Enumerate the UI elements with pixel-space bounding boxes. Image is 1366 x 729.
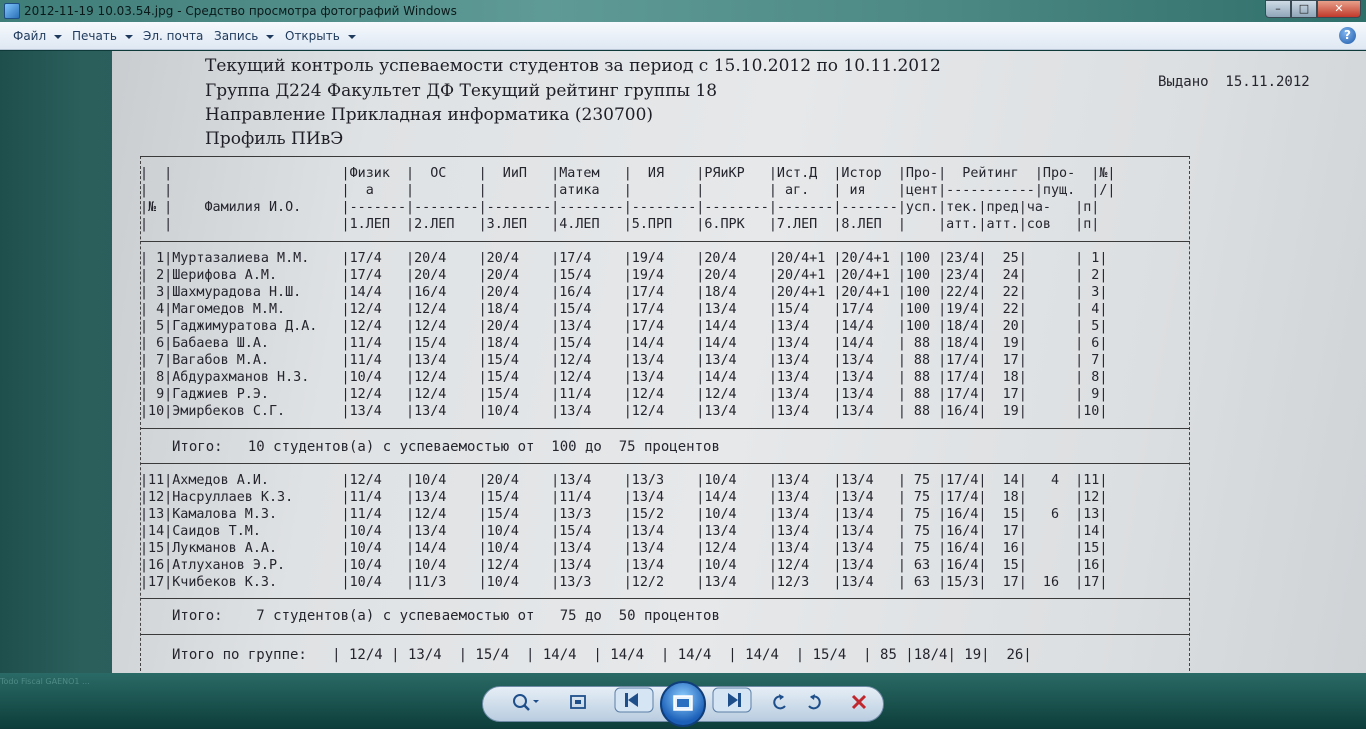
menu-email[interactable]: Эл. почта <box>143 29 203 43</box>
group1-total: Итого: 10 студентов(а) с успеваемостью о… <box>172 439 720 455</box>
doc-title: Текущий контроль успеваемости студентов … <box>205 56 941 76</box>
help-icon[interactable]: ? <box>1339 27 1356 44</box>
menu-open-label: Открыть <box>285 29 340 43</box>
menu-file[interactable]: Файл <box>13 29 63 43</box>
chevron-down-icon <box>54 34 63 39</box>
chevron-down-icon <box>124 34 133 39</box>
table-top-border <box>140 156 1190 157</box>
menu-open[interactable]: Открыть <box>285 29 356 43</box>
window-controls: – □ ✕ <box>1265 0 1361 19</box>
minimize-button[interactable]: – <box>1265 0 1291 18</box>
fit-window-button[interactable] <box>566 690 590 714</box>
chevron-down-icon <box>347 34 356 39</box>
menu-file-label: Файл <box>13 29 47 43</box>
table-row: | 9|Гаджиев Р.Э. |12/4 |12/4 |15/4 |11/4… <box>140 387 1108 402</box>
fit-window-icon <box>570 695 586 709</box>
next-button[interactable] <box>710 687 754 713</box>
background-text: Todo Fiscal GAENO1 ... <box>0 677 90 686</box>
table-row: | 5|Гаджимуратова Д.А. |12/4 |12/4 |20/4… <box>140 319 1108 334</box>
group2-divider <box>140 598 1190 599</box>
table-row: |11|Ахмедов А.И. |12/4 |10/4 |20/4 |13/4… <box>140 473 1108 488</box>
table-row: |15|Лукманов А.А. |10/4 |14/4 |10/4 |13/… <box>140 541 1108 556</box>
table-row: |14|Саидов Т.М. |10/4 |13/4 |10/4 |15/4 … <box>140 524 1108 539</box>
table-row: | 2|Шерифова А.М. |17/4 |20/4 |20/4 |15/… <box>140 268 1108 283</box>
title-bar: 2012-11-19 10.03.54.jpg - Средство просм… <box>0 0 1366 22</box>
next-icon <box>712 687 752 713</box>
menu-burn[interactable]: Запись <box>214 29 275 43</box>
photo-viewport: Текущий контроль успеваемости студентов … <box>0 51 1366 673</box>
table-header-line: | | |Физик | ОС | ИиП |Матем | ИЯ |РЯиКР… <box>140 166 1116 181</box>
doc-profile: Профиль ПИвЭ <box>205 129 344 149</box>
table-row: |16|Атлуханов Э.Р. |10/4 |10/4 |12/4 |13… <box>140 558 1108 573</box>
table-row: |17|Кчибеков К.З. |10/4 |11/3 |10/4 |13/… <box>140 575 1108 590</box>
rotate-cw-icon <box>808 694 821 710</box>
group-overall-total: Итого по группе: | 12/4 | 13/4 | 15/4 | … <box>172 647 1032 663</box>
table-header-line: |№ | Фамилия И.О. |-------|--------|----… <box>140 200 1100 215</box>
delete-button[interactable] <box>846 690 872 714</box>
photo-viewer-icon <box>4 3 20 19</box>
window-title: 2012-11-19 10.03.54.jpg - Средство просм… <box>24 4 457 18</box>
doc-group-line: Группа Д224 Факультет ДФ Текущий рейтинг… <box>205 81 718 101</box>
group1-total-divider <box>140 463 1190 464</box>
magnifier-icon <box>513 694 539 711</box>
table-row: | 7|Вагабов М.А. |11/4 |13/4 |15/4 |12/4… <box>140 353 1108 368</box>
rotate-ccw-icon <box>773 694 786 710</box>
table-header-line: | | | а | | |атика | | | аг. | ия |цент|… <box>140 183 1116 198</box>
previous-button[interactable] <box>612 687 656 713</box>
table-row: | 3|Шахмурадова Н.Ш. |14/4 |16/4 |20/4 |… <box>140 285 1108 300</box>
group1-divider <box>140 428 1190 429</box>
menu-print[interactable]: Печать <box>72 29 133 43</box>
slideshow-icon <box>673 695 693 711</box>
doc-issued: Выдано 15.11.2012 <box>1158 74 1310 90</box>
table-header-line: | | |1.ЛЕП |2.ЛЕП |3.ЛЕП |4.ЛЕП |5.ПРП |… <box>140 217 1100 232</box>
group2-total: Итого: 7 студентов(а) с успеваемостью от… <box>172 608 720 624</box>
previous-icon <box>614 687 654 713</box>
rotate-right-button[interactable] <box>802 690 826 714</box>
table-header-divider <box>140 241 1190 242</box>
rotate-left-button[interactable] <box>768 690 792 714</box>
table-row: | 1|Муртазалиева М.М. |17/4 |20/4 |20/4 … <box>140 251 1108 266</box>
close-button[interactable]: ✕ <box>1317 0 1361 18</box>
chevron-down-icon <box>266 34 275 39</box>
table-row: |13|Камалова М.З. |11/4 |12/4 |15/4 |13/… <box>140 507 1108 522</box>
menu-bar: Файл Печать Эл. почта Запись Открыть ? <box>0 22 1366 50</box>
maximize-button[interactable]: □ <box>1291 0 1317 18</box>
zoom-button[interactable] <box>508 690 542 714</box>
table-row: |12|Насруллаев К.З. |11/4 |13/4 |15/4 |1… <box>140 490 1108 505</box>
table-row: | 6|Бабаева Ш.А. |11/4 |15/4 |18/4 |15/4… <box>140 336 1108 351</box>
table-row: | 4|Магомедов М.М. |12/4 |12/4 |18/4 |15… <box>140 302 1108 317</box>
doc-direction: Направление Прикладная информатика (2307… <box>205 105 654 125</box>
table-row: | 8|Абдурахманов Н.З. |10/4 |12/4 |15/4 … <box>140 370 1108 385</box>
slideshow-button[interactable] <box>660 681 706 727</box>
group2-total-divider <box>140 634 1190 635</box>
menu-burn-label: Запись <box>214 29 259 43</box>
table-row: |10|Эмирбеков С.Г. |13/4 |13/4 |10/4 |13… <box>140 404 1108 419</box>
delete-icon <box>851 694 867 710</box>
menu-email-label: Эл. почта <box>143 29 204 43</box>
menu-print-label: Печать <box>72 29 117 43</box>
